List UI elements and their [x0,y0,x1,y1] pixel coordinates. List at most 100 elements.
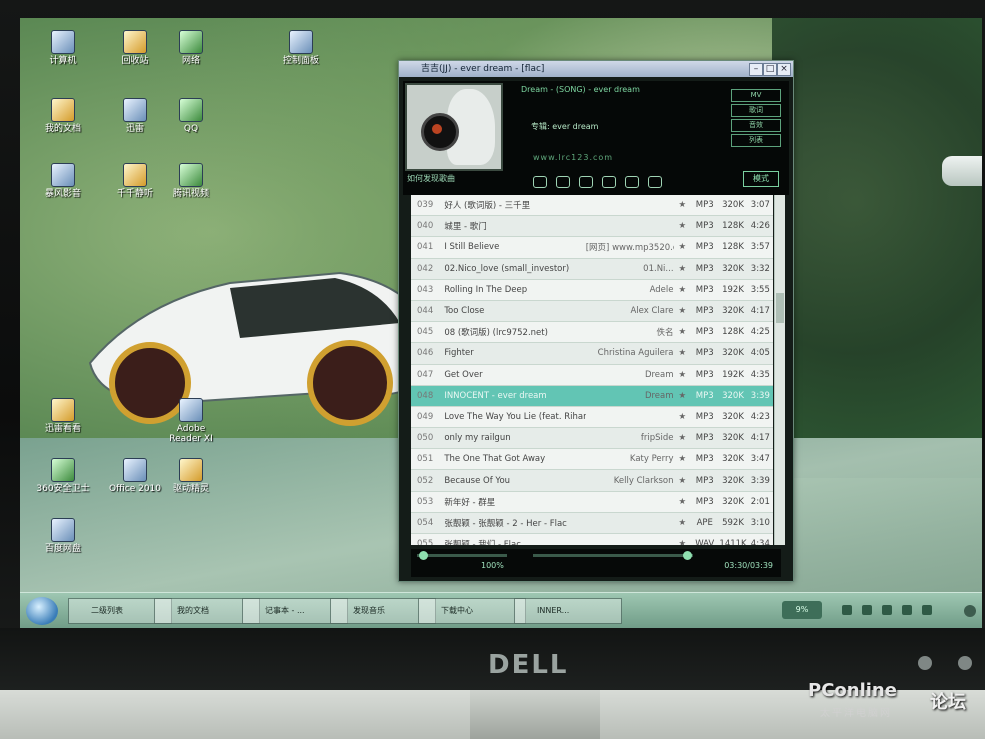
desktop-icon[interactable]: Office 2010 [104,458,166,494]
playlist-row[interactable]: 040 城里 - 歌门 ★ MP3 128K 4:26 [411,216,773,238]
favorite-icon[interactable]: ★ [674,242,692,252]
desktop-screen: 计算机 回收站 网络 控制面板我的文档 迅雷 QQ 暴风影音 千千静听 腾讯视频 Adobe Re… [20,18,982,628]
volume-slider[interactable] [417,551,507,560]
music-player-window[interactable]: 吉吉(JJ) - ever dream - [flac] – □ × Dream… [398,60,794,582]
desktop-icon[interactable]: 暴风影音 [32,163,94,199]
volume-knob[interactable] [419,551,428,560]
desktop-icon[interactable]: 回收站 [104,30,166,66]
desktop-icon[interactable]: 我的文档 [32,98,94,134]
playlist-row[interactable]: 041 I Still Believe [网页] www.mp3520.c...★M… [411,237,773,259]
playlist-row[interactable]: 051 The One That Got Away Katy Perry ★ MP3 32… [411,449,773,471]
track-bitrate: 128K [722,327,744,338]
player-hint[interactable]: 如何发现歌曲 [407,173,455,184]
favorite-icon[interactable]: ★ [674,497,692,507]
track-title: only my railgun [444,433,511,444]
play-icon[interactable] [579,176,594,188]
minimize-button[interactable]: – [749,63,763,76]
side-button-list[interactable]: 列表 [731,134,781,147]
favorite-icon[interactable]: ★ [674,518,692,528]
track-format: MP3 [695,348,714,359]
track-number: 050 [417,433,434,444]
desktop-icon[interactable]: 百度网盘 [32,518,94,554]
track-format: MP3 [695,496,714,507]
start-button[interactable] [26,597,58,625]
desktop-icon[interactable]: 360安全卫士 [32,458,94,494]
favorite-icon[interactable]: ★ [674,348,692,358]
network-icon[interactable] [842,605,852,615]
playlist-row[interactable]: 042 02.Nico_love (small_investor) 01.Ni...… [411,258,773,280]
monitor-button[interactable] [918,656,932,670]
favorite-icon[interactable]: ★ [674,200,692,210]
tray-app-icon[interactable] [922,605,932,615]
desktop-icon-label: 回收站 [121,56,149,66]
favorite-icon[interactable]: ★ [674,412,692,422]
taskbar-item[interactable]: 下载中心 [418,598,526,624]
desktop-icon[interactable]: 迅雷看看 [32,398,94,434]
playlist-row[interactable]: 055 张靓颖 - 我们 - Flac ★WAV 1411K4:34 [411,534,773,545]
player-titlebar[interactable]: 吉吉(JJ) - ever dream - [flac] – □ × [399,61,793,77]
maximize-button[interactable]: □ [763,63,777,76]
app-icon [123,458,147,482]
favorite-icon[interactable]: ★ [674,306,692,316]
power-button[interactable] [958,656,972,670]
playlist-row[interactable]: 054 张靓颖 - 张靓颖 - 2 - Her - Flac ★ APE 592K 3:1… [411,512,773,534]
track-title: I Still Believe [444,242,500,253]
favorite-icon[interactable]: ★ [674,264,692,274]
favorite-icon[interactable]: ★ [674,370,692,380]
tray-app-icon[interactable] [882,605,892,615]
side-button-lyrics[interactable]: 歌词 [731,104,781,117]
playlist-row[interactable]: 052 Because Of You Kelly Clarkson ★ MP3 320K 3… [411,470,773,492]
favorite-icon[interactable]: ★ [674,454,692,464]
desktop-icon[interactable]: 计算机 [32,30,94,66]
track-number: 054 [417,517,434,528]
playlist-row[interactable]: 049 Love The Way You Lie (feat. Rihanna) ★… [411,407,773,429]
favorite-icon[interactable]: ★ [674,221,692,231]
scrollbar-thumb[interactable] [776,293,784,323]
track-title: 08 (歌词版) (lrc9752.net) [444,328,548,339]
pause-icon[interactable] [602,176,617,188]
playlist-scrollbar[interactable] [774,195,785,545]
tray-badge[interactable]: 9% [782,601,822,619]
desktop-icon[interactable]: Adobe Reader XI [160,398,222,444]
playlist-row-selected[interactable]: 048 INNOCENT - ever dream Dream ★ MP3 320K 3:3… [411,385,773,407]
volume-icon[interactable] [862,605,872,615]
desktop-icon[interactable]: 网络 [160,30,222,66]
playlist-row[interactable]: 045 08 (歌词版) (lrc9752.net) 佚名 ★ MP3 128K 4:25 [411,322,773,344]
favorite-icon[interactable]: ★ [674,433,692,443]
playlist-row[interactable]: 046 Fighter Christina Aguilera ★ MP3 320K 4:05 [411,343,773,365]
playlist-row[interactable]: 039 好人 (歌词版) - 三千里 ★ MP3 320K 3:07 [411,195,773,217]
progress-slider[interactable] [533,551,693,560]
desktop-icon[interactable]: 迅雷 [104,98,166,134]
next-icon[interactable] [625,176,640,188]
playlist-row[interactable]: 044 Too Close Alex Clare ★ MP3 320K 4:17 [411,300,773,323]
prev-icon[interactable] [533,176,547,188]
side-button-mv[interactable]: MV [731,89,781,102]
playlist-row[interactable]: 047 Get Over Dream ★ MP3 192K 4:35 [411,365,773,386]
close-button[interactable]: × [777,63,791,76]
desktop-icon[interactable]: 控制面板 [270,30,332,66]
favorite-icon[interactable]: ★ [674,327,692,337]
desktop-icon-label: 网络 [181,56,200,66]
desktop-icon[interactable]: 驱动精灵 [160,458,222,494]
favorite-icon[interactable]: ★ [674,285,692,295]
desktop-icon[interactable]: 千千静听 [104,163,166,199]
desktop-icon[interactable]: 腾讯视频 [160,163,222,199]
tray-app-icon[interactable] [902,605,912,615]
stop-icon[interactable] [556,176,571,188]
favorite-icon[interactable]: ★ [674,476,692,486]
clock-icon[interactable] [964,605,976,617]
open-icon[interactable] [648,176,663,188]
playlist-row[interactable]: 053 新年好 - 群星 ★ MP3 320K 2:01 [411,492,773,513]
volume-percent: 100% [481,561,504,570]
playlist-row[interactable]: 043 Rolling In The Deep Adele ★ MP3 192K 3:55 [411,280,773,301]
desktop-icon[interactable]: QQ [160,98,222,134]
playlist-row[interactable]: 050 only my railgun fripSide ★ MP3 320K 4:17 [411,428,773,450]
track-bitrate: 592K [722,517,744,528]
favorite-icon[interactable]: ★ [674,391,692,401]
mode-button[interactable]: 模式 [743,171,779,187]
taskbar-item-active[interactable]: INNER... [514,598,622,624]
progress-knob[interactable] [683,551,692,560]
sidebar-gadget[interactable] [942,156,982,186]
favorite-icon[interactable]: ★ [674,539,692,545]
side-button-effects[interactable]: 音效 [731,119,781,132]
